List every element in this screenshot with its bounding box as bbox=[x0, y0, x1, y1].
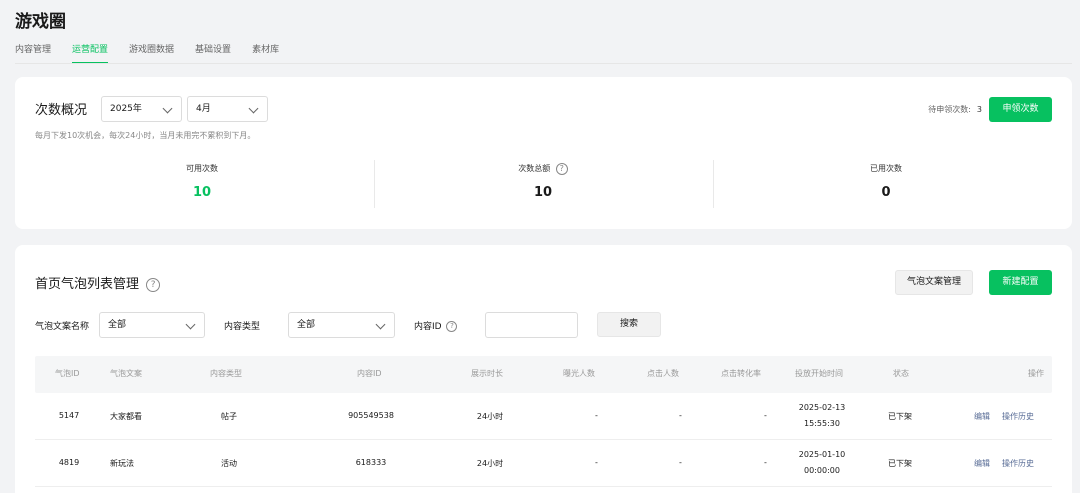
stat-used-label: 已用次数 bbox=[870, 164, 902, 173]
cell-duration: 24小时 bbox=[476, 459, 504, 468]
cell-ctr: - bbox=[764, 458, 767, 467]
content-type-select-value: 全部 bbox=[297, 320, 316, 330]
stat-divider bbox=[713, 160, 714, 208]
cell-exposure: - bbox=[595, 411, 598, 420]
filter-id-label: 内容ID bbox=[414, 322, 442, 332]
pending-label: 待申领次数: bbox=[928, 105, 971, 114]
cell-start-date: 2025-01-10 bbox=[798, 450, 846, 459]
chevron-down-icon bbox=[375, 319, 386, 330]
pending-value: 3 bbox=[976, 105, 982, 114]
month-select[interactable]: 4月 bbox=[187, 96, 268, 122]
cell-status: 已下架 bbox=[888, 459, 912, 468]
edit-link[interactable]: 编辑 bbox=[974, 411, 990, 422]
col-duration: 展示时长 bbox=[471, 369, 503, 378]
cell-ctr: - bbox=[764, 411, 767, 420]
filter-id-label-row: 内容ID ? bbox=[414, 319, 458, 332]
cell-exposure: - bbox=[595, 458, 598, 467]
table-row: 5147 大家都看 帖子 905549538 24小时 - - - 2025-0… bbox=[35, 393, 1052, 440]
stat-total-label-row: 次数总额 ? bbox=[373, 162, 713, 176]
content-id-input[interactable] bbox=[485, 312, 578, 338]
cell-bubble-id: 5147 bbox=[58, 411, 80, 420]
month-select-value: 4月 bbox=[196, 104, 211, 114]
stat-used: 已用次数 0 bbox=[716, 162, 1056, 200]
col-content-type: 内容类型 bbox=[210, 369, 242, 378]
help-icon[interactable]: ? bbox=[146, 277, 161, 292]
tab-material-library[interactable]: 素材库 bbox=[252, 42, 279, 64]
cell-status: 已下架 bbox=[888, 412, 912, 421]
col-ctr: 点击转化率 bbox=[721, 369, 761, 378]
col-bubble-text: 气泡文案 bbox=[110, 369, 142, 378]
stat-available-value: 10 bbox=[192, 185, 212, 200]
cell-start-date: 2025-02-13 bbox=[798, 403, 846, 412]
col-content-id: 内容ID bbox=[357, 369, 382, 378]
year-select[interactable]: 2025年 bbox=[101, 96, 182, 122]
cell-duration: 24小时 bbox=[476, 412, 504, 421]
cell-start-time: 15:55:30 bbox=[804, 419, 840, 428]
col-start-time: 投放开始时间 bbox=[795, 369, 843, 378]
bubble-list-card: 首页气泡列表管理 ? 气泡文案管理 新建配置 气泡文案名称 全部 内容类型 全部… bbox=[15, 245, 1072, 493]
stat-total-value: 10 bbox=[533, 185, 553, 200]
filter-type-label: 内容类型 bbox=[224, 322, 261, 332]
tab-content-manage[interactable]: 内容管理 bbox=[15, 42, 51, 64]
cell-bubble-id: 4819 bbox=[58, 458, 80, 467]
history-link[interactable]: 操作历史 bbox=[1002, 411, 1034, 422]
bubble-name-select-value: 全部 bbox=[108, 320, 127, 330]
bubble-list-title-row: 首页气泡列表管理 ? bbox=[35, 273, 161, 292]
stat-used-value: 0 bbox=[881, 185, 891, 200]
bubble-copy-manage-button[interactable]: 气泡文案管理 bbox=[895, 270, 973, 295]
cell-content-id: 905549538 bbox=[348, 411, 394, 420]
col-actions: 操作 bbox=[1028, 369, 1044, 378]
help-icon[interactable]: ? bbox=[555, 162, 568, 175]
chevron-down-icon bbox=[185, 319, 196, 330]
edit-link[interactable]: 编辑 bbox=[974, 458, 990, 469]
bubble-name-select[interactable]: 全部 bbox=[99, 312, 205, 338]
search-button[interactable]: 搜索 bbox=[597, 312, 661, 337]
history-link[interactable]: 操作历史 bbox=[1002, 458, 1034, 469]
overview-note: 每月下发10次机会，每次24小时，当月未用完不累积到下月。 bbox=[35, 131, 256, 140]
pending-count: 待申领次数: 3 bbox=[928, 104, 982, 115]
stat-available: 可用次数 10 bbox=[32, 162, 372, 200]
filter-name-label: 气泡文案名称 bbox=[35, 322, 90, 332]
cell-bubble-text: 大家都看 bbox=[110, 412, 142, 421]
col-bubble-id: 气泡ID bbox=[55, 369, 80, 378]
cell-content-type: 帖子 bbox=[221, 412, 237, 421]
overview-title: 次数概况 bbox=[35, 103, 88, 118]
stat-available-label: 可用次数 bbox=[186, 164, 218, 173]
help-icon[interactable]: ? bbox=[446, 321, 458, 332]
chevron-down-icon bbox=[162, 103, 173, 114]
table-header: 气泡ID 气泡文案 内容类型 内容ID 展示时长 曝光人数 点击人数 点击转化率… bbox=[35, 356, 1052, 393]
col-status: 状态 bbox=[893, 369, 909, 378]
nav-tabs: 内容管理 运营配置 游戏圈数据 基础设置 素材库 bbox=[15, 42, 300, 64]
cell-clicks: - bbox=[679, 411, 682, 420]
content-type-select[interactable]: 全部 bbox=[288, 312, 395, 338]
nav-divider bbox=[15, 63, 1072, 64]
cell-clicks: - bbox=[679, 458, 682, 467]
page-title: 游戏圈 bbox=[15, 12, 66, 32]
cell-content-id: 618333 bbox=[355, 458, 387, 467]
tab-game-circle-data[interactable]: 游戏圈数据 bbox=[129, 42, 174, 64]
col-clicks: 点击人数 bbox=[647, 369, 679, 378]
table-row: 4819 新玩法 活动 618333 24小时 - - - 2025-01-10… bbox=[35, 440, 1052, 487]
overview-card: 次数概况 2025年 4月 每月下发10次机会，每次24小时，当月未用完不累积到… bbox=[15, 77, 1072, 229]
bubble-list-title: 首页气泡列表管理 bbox=[35, 277, 140, 292]
year-select-value: 2025年 bbox=[110, 104, 142, 114]
tab-basic-settings[interactable]: 基础设置 bbox=[195, 42, 231, 64]
cell-start-time: 00:00:00 bbox=[804, 466, 840, 475]
col-exposure: 曝光人数 bbox=[563, 369, 595, 378]
stat-total: 次数总额 ? 10 bbox=[373, 162, 713, 200]
new-config-button[interactable]: 新建配置 bbox=[989, 270, 1052, 295]
tab-operation-config[interactable]: 运营配置 bbox=[72, 42, 109, 64]
stat-total-label: 次数总额 bbox=[518, 164, 551, 173]
cell-content-type: 活动 bbox=[221, 459, 237, 468]
cell-bubble-text: 新玩法 bbox=[110, 459, 134, 468]
claim-button[interactable]: 申领次数 bbox=[989, 97, 1052, 122]
chevron-down-icon bbox=[248, 103, 259, 114]
